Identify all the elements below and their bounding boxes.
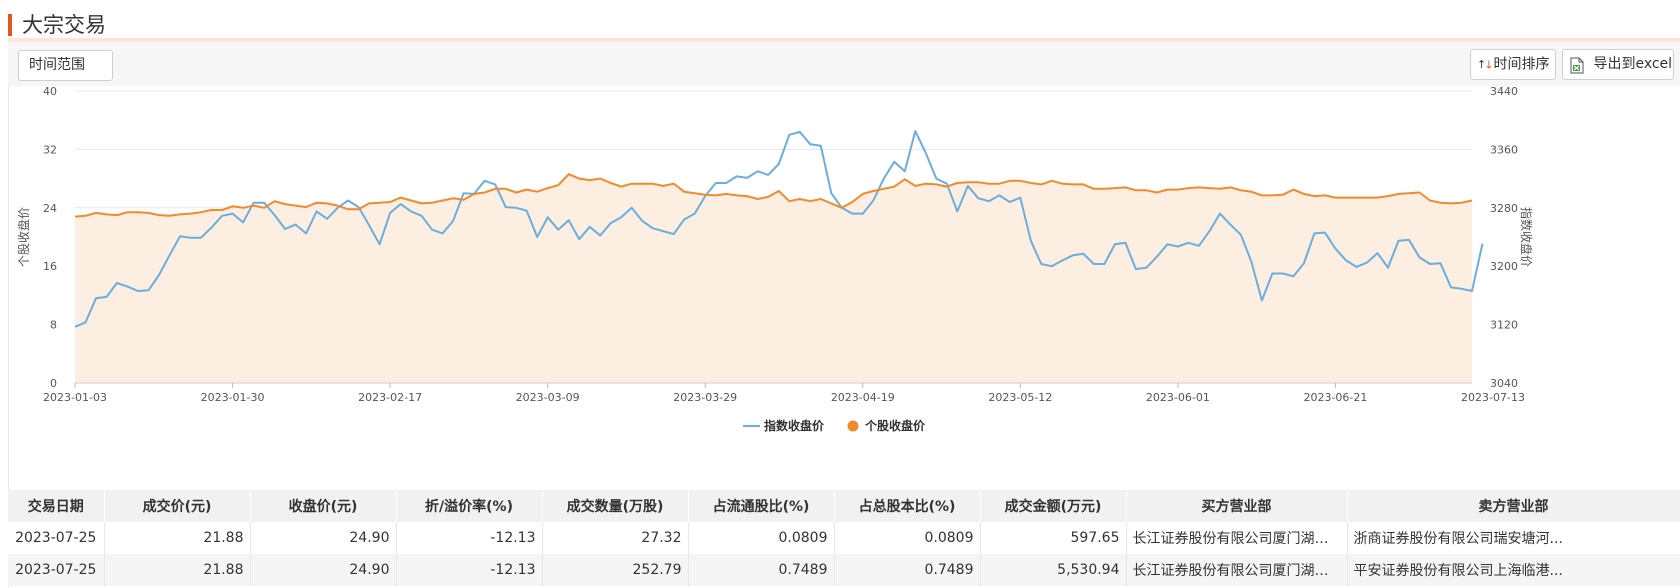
table-cell: 浙商证券股份有限公司瑞安塘河... xyxy=(1347,522,1680,554)
chart-legend: 指数收盘价 个股收盘价 xyxy=(743,418,926,433)
table-header-row: 交易日期 成交价(元) 收盘价(元) 折/溢价率(%) 成交数量(万股) 占流通股比(%)… xyxy=(8,490,1680,522)
x-tick-label: 2023-03-09 xyxy=(516,391,580,404)
time-sort-label: 时间排序 xyxy=(1493,56,1550,73)
y-left-tick-label: 32 xyxy=(43,143,57,156)
table-cell: 24.90 xyxy=(250,522,397,554)
legend-stock-swatch xyxy=(847,420,859,432)
y-left-tick-label: 40 xyxy=(43,86,57,98)
column-header[interactable]: 折/溢价率(%) xyxy=(396,490,543,522)
sort-arrows-icon: ↑↓ xyxy=(1477,58,1494,72)
column-header[interactable]: 交易日期 xyxy=(8,490,105,522)
table-cell: 252.79 xyxy=(542,554,689,586)
y-right-tick-label: 3120 xyxy=(1490,319,1518,332)
legend-stock-label: 个股收盘价 xyxy=(864,418,926,433)
table-cell: 27.32 xyxy=(542,522,689,554)
table-cell: 597.65 xyxy=(980,522,1127,554)
y-right-tick-label: 3040 xyxy=(1490,377,1518,390)
x-tick-label: 2023-02-17 xyxy=(358,391,422,404)
table-cell: 0.0809 xyxy=(688,522,835,554)
table-cell: 平安证券股份有限公司上海临港... xyxy=(1347,554,1680,586)
toolbar: 时间范围 ↑↓ 时间排序 导出到excel xyxy=(8,42,1680,86)
export-excel-label: 导出到excel xyxy=(1593,56,1673,72)
table-cell: 21.88 xyxy=(104,522,251,554)
column-header[interactable]: 收盘价(元) xyxy=(250,490,397,522)
column-header[interactable]: 占总股本比(%) xyxy=(834,490,981,522)
y-left-tick-label: 24 xyxy=(43,202,57,215)
table-cell: 5,530.94 xyxy=(980,554,1127,586)
legend-index-label: 指数收盘价 xyxy=(764,418,825,433)
time-range-label: 时间范围 xyxy=(29,57,85,73)
y-left-tick-label: 8 xyxy=(50,319,57,332)
time-sort-button[interactable]: ↑↓ 时间排序 xyxy=(1470,49,1556,80)
stock-area-fill xyxy=(75,174,1472,383)
y-left-tick-label: 0 xyxy=(50,377,57,390)
table-cell: -12.13 xyxy=(396,554,543,586)
table-row: 2023-07-25 21.88 24.90 -12.13 252.79 0.7489 0.… xyxy=(8,554,1680,586)
section-header: 大宗交易 xyxy=(8,8,1680,42)
table-cell: 长江证券股份有限公司厦门湖滨北... xyxy=(1126,522,1348,554)
table-cell: 2023-07-25 xyxy=(8,522,105,554)
x-tick-label: 2023-01-03 xyxy=(43,391,107,404)
table-cell: 2023-07-25 xyxy=(8,554,105,586)
table-cell: 21.88 xyxy=(104,554,251,586)
y-left-tick-label: 16 xyxy=(43,260,57,273)
x-tick-label: 2023-03-29 xyxy=(673,391,737,404)
x-tick-label: 2023-07-13 xyxy=(1461,391,1525,404)
price-chart: 0 3040 8 3120 16 3200 24 3280 32 3360 40 3440 2023-0… xyxy=(16,86,1534,433)
table-cell: -12.13 xyxy=(396,522,543,554)
y-right-tick-label: 3200 xyxy=(1490,260,1518,273)
y-right-tick-label: 3360 xyxy=(1490,143,1518,156)
table-cell: 0.7489 xyxy=(688,554,835,586)
x-tick-label: 2023-05-12 xyxy=(988,391,1052,404)
table-cell: 0.0809 xyxy=(834,522,981,554)
table-cell: 0.7489 xyxy=(834,554,981,586)
y-left-axis-title: 个股收盘价 xyxy=(16,207,31,267)
x-tick-label: 2023-04-19 xyxy=(831,391,895,404)
table-cell: 长江证券股份有限公司厦门湖滨北... xyxy=(1126,554,1348,586)
export-excel-button[interactable]: 导出到excel xyxy=(1562,49,1674,80)
column-header[interactable]: 卖方营业部 xyxy=(1347,490,1680,522)
column-header[interactable]: 买方营业部 xyxy=(1126,490,1348,522)
table-cell: 24.90 xyxy=(250,554,397,586)
x-tick-label: 2023-01-30 xyxy=(201,391,265,404)
x-tick-label: 2023-06-21 xyxy=(1303,391,1367,404)
y-right-tick-label: 3440 xyxy=(1490,86,1518,98)
column-header[interactable]: 占流通股比(%) xyxy=(688,490,835,522)
table-body: 2023-07-25 21.88 24.90 -12.13 27.32 0.0809 0.0… xyxy=(8,522,1680,586)
page-title: 大宗交易 xyxy=(22,13,106,37)
y-right-axis-title: 指数收盘价 xyxy=(1519,207,1534,267)
column-header[interactable]: 成交金额(万元) xyxy=(980,490,1127,522)
x-tick-label: 2023-06-01 xyxy=(1146,391,1210,404)
y-right-tick-label: 3280 xyxy=(1490,202,1518,215)
column-header[interactable]: 成交数量(万股) xyxy=(542,490,689,522)
table-row: 2023-07-25 21.88 24.90 -12.13 27.32 0.0809 0.0… xyxy=(8,522,1680,554)
time-range-button[interactable]: 时间范围 xyxy=(18,50,113,81)
excel-file-icon xyxy=(1569,56,1585,74)
title-accent-bar xyxy=(8,14,12,36)
block-trade-table: 交易日期 成交价(元) 收盘价(元) 折/溢价率(%) 成交数量(万股) 占流通股比(%)… xyxy=(8,490,1680,586)
column-header[interactable]: 成交价(元) xyxy=(104,490,251,522)
